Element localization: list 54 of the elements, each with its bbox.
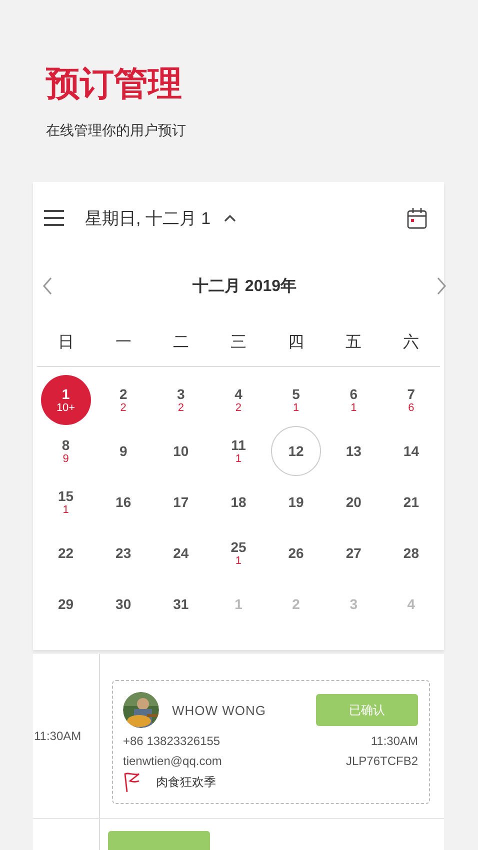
booking-time: 11:30AM bbox=[370, 734, 418, 748]
weekday-label: 四 bbox=[288, 332, 304, 352]
selected-day[interactable]: 1 10+ bbox=[40, 374, 91, 424]
calendar-day[interactable]: 26 bbox=[271, 528, 322, 578]
weekday-label: 三 bbox=[230, 332, 246, 352]
flag-icon bbox=[123, 771, 141, 793]
calendar-day[interactable]: 5 1 bbox=[271, 374, 322, 424]
booking-card[interactable]: WHOW WONG 已确认 +86 13823326155 11:30AM tienwtien@qq.com JLP76TCFB2 肉食狂欢季 bbox=[112, 680, 430, 804]
calendar-day[interactable]: 21 bbox=[386, 476, 436, 526]
calendar-icon[interactable] bbox=[406, 206, 428, 230]
calendar-day[interactable]: 19 bbox=[271, 476, 322, 526]
event-name: 肉食狂欢季 bbox=[156, 774, 216, 790]
calendar-day[interactable]: 27 bbox=[328, 528, 379, 578]
chevron-up-icon[interactable] bbox=[222, 213, 237, 223]
calendar-day[interactable]: 24 bbox=[156, 528, 206, 578]
calendar-day[interactable]: 22 bbox=[40, 528, 91, 578]
email-address: tienwtien@qq.com bbox=[123, 754, 222, 768]
customer-name: WHOW WONG bbox=[172, 702, 266, 718]
booking-code: JLP76TCFB2 bbox=[346, 754, 418, 768]
page-title: 预订管理 bbox=[46, 64, 182, 105]
time-slot-label: 11:30AM bbox=[34, 729, 82, 743]
calendar-day[interactable]: 9 bbox=[98, 426, 148, 476]
calendar-day[interactable]: 30 bbox=[98, 578, 148, 628]
calendar-day[interactable]: 16 bbox=[98, 476, 148, 526]
calendar-day[interactable]: 29 bbox=[40, 578, 91, 628]
calendar-day[interactable]: 2 2 bbox=[98, 374, 148, 424]
calendar-day[interactable]: 20 bbox=[328, 476, 379, 526]
calendar-day[interactable]: 31 bbox=[156, 578, 206, 628]
phone-number: +86 13823326155 bbox=[123, 734, 220, 748]
today-day[interactable]: 12 bbox=[271, 426, 322, 476]
weekday-label: 六 bbox=[403, 332, 420, 352]
calendar-day[interactable]: 11 1 bbox=[213, 426, 264, 476]
calendar-day[interactable]: 8 9 bbox=[40, 426, 91, 476]
calendar-day[interactable]: 18 bbox=[213, 476, 264, 526]
calendar-day[interactable]: 4 2 bbox=[213, 374, 264, 424]
calendar-day[interactable]: 13 bbox=[328, 426, 379, 476]
weekday-label: 五 bbox=[346, 332, 362, 352]
calendar-day[interactable]: 6 1 bbox=[328, 374, 379, 424]
calendar-day[interactable]: 15 1 bbox=[40, 476, 91, 526]
month-title: 十二月 2019年 bbox=[192, 276, 297, 296]
weekday-label: 二 bbox=[172, 332, 189, 352]
calendar-day[interactable]: 14 bbox=[386, 426, 436, 476]
weekday-label: 日 bbox=[58, 332, 74, 352]
calendar-day[interactable]: 23 bbox=[98, 528, 148, 578]
weekday-label: 一 bbox=[115, 332, 132, 352]
calendar-day[interactable]: 3 2 bbox=[156, 374, 206, 424]
calendar-day[interactable]: 10 bbox=[156, 426, 206, 476]
calendar-day[interactable]: 28 bbox=[386, 528, 436, 578]
page-subtitle: 在线管理你的用户预订 bbox=[46, 122, 186, 140]
calendar-day[interactable]: 7 6 bbox=[386, 374, 436, 424]
calendar-day[interactable]: 17 bbox=[156, 476, 206, 526]
menu-icon[interactable] bbox=[43, 209, 65, 227]
selected-date[interactable]: 星期日, 十二月 1 bbox=[85, 206, 211, 230]
calendar-day[interactable]: 25 1 bbox=[213, 528, 264, 578]
